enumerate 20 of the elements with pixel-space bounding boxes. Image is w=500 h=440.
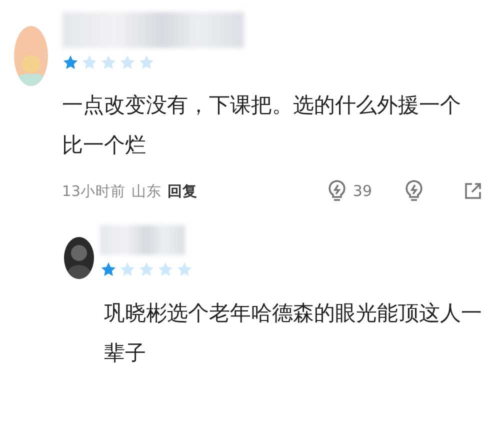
comment-time: 13小时前 [62, 182, 126, 200]
share-icon[interactable] [464, 182, 482, 200]
star-icon [62, 54, 79, 71]
avatar[interactable] [64, 237, 94, 279]
comment-text: 一点改变没有，下课把。选的什么外援一个比一个烂 [62, 92, 462, 159]
star-icon [100, 261, 117, 278]
star-icon [138, 261, 155, 278]
star-icon [81, 54, 98, 71]
star-icon [157, 261, 174, 278]
star-icon [176, 261, 193, 278]
like-count: 39 [352, 182, 372, 200]
star-icon [119, 261, 136, 278]
reply-link[interactable]: 回复 [167, 182, 198, 200]
star-icon [138, 54, 155, 71]
comment-text: 巩晓彬选个老年哈德森的眼光能顶这人一辈子 [104, 300, 483, 367]
dislike-icon[interactable] [404, 179, 424, 203]
star-icon [119, 54, 136, 71]
star-icon [100, 54, 117, 71]
comment-location: 山东 [131, 182, 162, 200]
like-icon[interactable] [326, 179, 347, 203]
